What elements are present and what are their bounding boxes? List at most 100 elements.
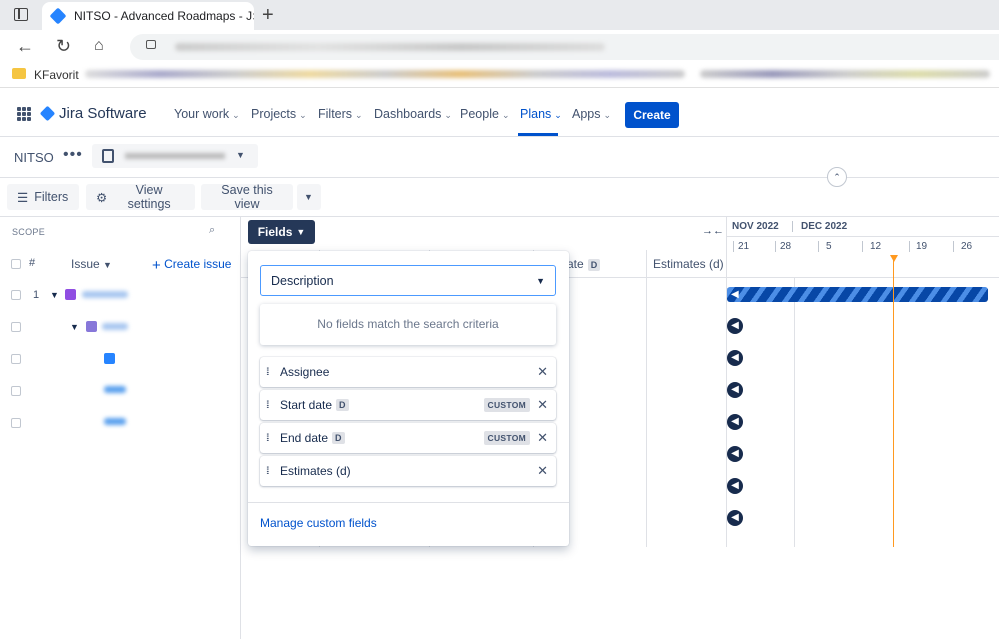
feature-icon bbox=[86, 321, 97, 332]
search-icon[interactable]: ⌕ bbox=[209, 224, 215, 237]
back-icon[interactable]: ← bbox=[16, 36, 34, 56]
month-gridline bbox=[794, 277, 795, 547]
row-checkbox[interactable] bbox=[11, 290, 21, 300]
nav-filters[interactable]: Filters ⌄ bbox=[318, 107, 363, 121]
chevron-down-icon: ⌄ bbox=[232, 110, 240, 120]
save-view-button[interactable]: Save this view bbox=[201, 183, 293, 211]
chevron-down-icon: ⌄ bbox=[444, 110, 452, 120]
issue-summary-redacted[interactable] bbox=[82, 291, 128, 298]
chevron-down-icon: ⌄ bbox=[501, 110, 510, 120]
drag-handle-icon[interactable]: ⁞⁞ bbox=[266, 400, 280, 411]
estimates-column-header[interactable]: Estimates (d) bbox=[653, 257, 724, 271]
row-checkbox[interactable] bbox=[11, 354, 21, 364]
filters-button[interactable]: ☰ Filters bbox=[7, 184, 79, 210]
remove-field-icon[interactable]: ✕ bbox=[537, 430, 548, 446]
lock-icon[interactable] bbox=[146, 40, 156, 49]
month-label: NOV 2022 bbox=[732, 221, 779, 232]
nav-plans[interactable]: Plans ⌄ bbox=[520, 107, 562, 121]
field-row-estimates[interactable]: ⁞⁞ Estimates (d) ✕ bbox=[260, 456, 556, 486]
browser-tab[interactable]: NITSO - Advanced Roadmaps - J × bbox=[42, 2, 254, 30]
end-date-column-header[interactable]: ate D bbox=[567, 257, 601, 271]
plan-name: NITSO bbox=[14, 150, 54, 165]
scroll-to-bar-icon[interactable]: ◀ bbox=[727, 318, 743, 334]
issue-column-header[interactable]: Issue ▼ bbox=[71, 257, 112, 271]
timeline-bar[interactable] bbox=[727, 287, 988, 302]
scroll-to-bar-icon[interactable]: ◀ bbox=[727, 414, 743, 430]
week-label: 26 bbox=[961, 241, 973, 252]
nav-apps[interactable]: Apps ⌄ bbox=[572, 107, 611, 121]
drag-handle-icon[interactable]: ⁞⁞ bbox=[266, 466, 280, 477]
nav-people[interactable]: People ⌄ bbox=[460, 107, 509, 121]
scope-label: SCOPE bbox=[12, 227, 46, 237]
week-tick bbox=[733, 241, 734, 252]
fields-button[interactable]: Fields ▼ bbox=[248, 220, 315, 244]
week-tick bbox=[862, 241, 863, 252]
scroll-to-bar-icon[interactable]: ◀ bbox=[727, 510, 743, 526]
issue-icon-redacted[interactable] bbox=[104, 386, 126, 393]
jira-logo[interactable]: Jira Software bbox=[39, 105, 147, 122]
reload-icon[interactable]: ↻ bbox=[56, 36, 71, 56]
row-checkbox[interactable] bbox=[11, 418, 21, 428]
chevron-down-icon[interactable]: ▼ bbox=[50, 290, 59, 300]
window-menu-icon[interactable] bbox=[14, 8, 28, 21]
field-search-select[interactable]: Description ▼ bbox=[260, 265, 556, 296]
week-tick bbox=[818, 241, 819, 252]
plus-icon: + bbox=[152, 257, 161, 274]
chevron-down-icon[interactable]: ▼ bbox=[70, 322, 79, 332]
scenario-name-redacted bbox=[125, 153, 225, 159]
issue-summary-redacted[interactable] bbox=[102, 323, 128, 330]
app-switcher-icon[interactable] bbox=[17, 107, 31, 121]
header-divider bbox=[0, 177, 999, 178]
scroll-to-bar-icon[interactable]: ◀ bbox=[727, 382, 743, 398]
remove-field-icon[interactable]: ✕ bbox=[537, 463, 548, 479]
week-label: 12 bbox=[870, 241, 882, 252]
nav-dashboards[interactable]: Dashboards ⌄ bbox=[374, 107, 452, 121]
collapse-header-button[interactable]: ⌃ bbox=[827, 167, 847, 187]
scroll-to-bar-icon[interactable]: ◀ bbox=[727, 446, 743, 462]
week-label: 28 bbox=[780, 241, 792, 252]
active-nav-indicator bbox=[518, 133, 558, 136]
settings-sliders-icon: ⚙ bbox=[96, 190, 108, 205]
view-settings-button[interactable]: ⚙ View settings bbox=[86, 183, 195, 211]
no-match-message: No fields match the search criteria bbox=[260, 304, 556, 345]
create-issue-button[interactable]: + Create issue bbox=[152, 257, 231, 274]
remove-field-icon[interactable]: ✕ bbox=[537, 364, 548, 380]
nav-your-work[interactable]: Your work ⌄ bbox=[174, 107, 240, 121]
jira-favicon-icon bbox=[49, 7, 67, 25]
manage-custom-fields-link[interactable]: Manage custom fields bbox=[260, 516, 377, 530]
chevron-down-icon: ▼ bbox=[536, 275, 545, 286]
collapse-fields-icon[interactable]: →← bbox=[702, 225, 724, 237]
timeline-header-divider bbox=[726, 236, 999, 237]
week-label: 5 bbox=[826, 241, 832, 252]
tab-close-icon[interactable]: × bbox=[252, 8, 254, 24]
scroll-to-bar-icon[interactable]: ◀ bbox=[727, 350, 743, 366]
field-row-start-date[interactable]: ⁞⁞ Start date D CUSTOM ✕ bbox=[260, 390, 556, 420]
custom-badge: CUSTOM bbox=[483, 398, 530, 412]
drag-handle-icon[interactable]: ⁞⁞ bbox=[266, 367, 280, 378]
bookmark-folder-label[interactable]: KFavorit bbox=[34, 68, 79, 82]
scroll-to-bar-icon[interactable]: ◀ bbox=[727, 478, 743, 494]
new-tab-button[interactable]: + bbox=[262, 3, 274, 27]
drag-handle-icon[interactable]: ⁞⁞ bbox=[266, 433, 280, 444]
create-button[interactable]: Create bbox=[625, 102, 679, 128]
save-view-options-button[interactable]: ▼ bbox=[297, 184, 321, 210]
issue-icon-redacted[interactable] bbox=[104, 418, 126, 425]
epic-icon bbox=[65, 289, 76, 300]
remove-field-icon[interactable]: ✕ bbox=[537, 397, 548, 413]
custom-badge: CUSTOM bbox=[483, 431, 530, 445]
week-tick bbox=[953, 241, 954, 252]
field-row-end-date[interactable]: ⁞⁞ End date D CUSTOM ✕ bbox=[260, 423, 556, 453]
month-divider bbox=[792, 221, 793, 232]
nav-projects[interactable]: Projects ⌄ bbox=[251, 107, 307, 121]
week-tick bbox=[775, 241, 776, 252]
week-label: 19 bbox=[916, 241, 928, 252]
row-checkbox[interactable] bbox=[11, 386, 21, 396]
select-all-checkbox[interactable] bbox=[11, 259, 21, 269]
home-icon[interactable]: ⌂ bbox=[94, 36, 104, 56]
row-number: 1 bbox=[33, 289, 40, 301]
filter-icon: ☰ bbox=[17, 190, 29, 205]
field-row-assignee[interactable]: ⁞⁞ Assignee ✕ bbox=[260, 357, 556, 387]
row-checkbox[interactable] bbox=[11, 322, 21, 332]
folder-icon[interactable] bbox=[12, 68, 26, 79]
more-actions-button[interactable]: ••• bbox=[63, 146, 83, 164]
